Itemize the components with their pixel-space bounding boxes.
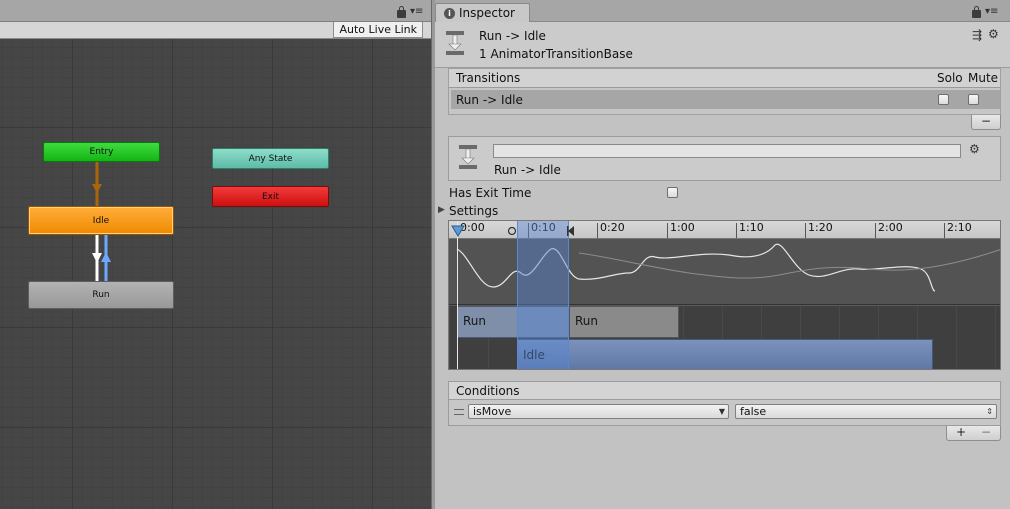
- inspector-tab-bar: i Inspector ▾≡: [435, 0, 1010, 22]
- transition-duration-region[interactable]: [517, 221, 569, 369]
- condition-parameter-value: isMove: [473, 405, 512, 418]
- state-run[interactable]: Run: [28, 281, 174, 309]
- exit-time-marker-icon[interactable]: [507, 226, 517, 236]
- has-exit-time-checkbox[interactable]: [667, 187, 678, 198]
- mute-checkbox[interactable]: [968, 94, 979, 105]
- transitions-header-label: Transitions: [456, 71, 521, 85]
- transition-arrows: [92, 162, 111, 281]
- menu-icon[interactable]: ▾≡: [985, 7, 998, 17]
- conditions-list-header: Conditions: [448, 381, 1001, 400]
- preset-icon[interactable]: ⇶: [972, 28, 982, 42]
- transitions-list: Run -> Idle: [448, 88, 1001, 115]
- condition-buttons: + −: [946, 426, 1001, 441]
- tick-label: 0:20: [597, 221, 625, 238]
- conditions-list: isMove ▼ false ⇕: [448, 400, 1001, 426]
- remove-transition-button[interactable]: −: [971, 115, 1001, 130]
- state-exit-label: Exit: [261, 191, 280, 202]
- gear-icon[interactable]: ⚙: [988, 27, 999, 41]
- transition-timeline[interactable]: 0:00 0:10 0:20 1:00 1:10 1:20 2:00 2:10 …: [448, 220, 1001, 370]
- transition-icon: [446, 31, 464, 55]
- transitions-list-header: Transitions Solo Mute: [448, 68, 1001, 88]
- tick-label: 2:10: [944, 221, 972, 238]
- state-idle[interactable]: Idle: [28, 206, 174, 235]
- clip-idle-destination[interactable]: Idle: [517, 339, 933, 369]
- list-item[interactable]: isMove ▼ false ⇕: [449, 400, 1000, 425]
- info-icon: i: [444, 7, 455, 19]
- drag-handle-icon[interactable]: [454, 409, 464, 415]
- state-entry-label: Entry: [89, 147, 114, 157]
- transition-title: Run -> Idle: [494, 163, 561, 177]
- condition-value-dropdown[interactable]: false ⇕: [735, 404, 997, 419]
- tick-label: 1:10: [736, 221, 764, 238]
- tab-inspector[interactable]: i Inspector: [435, 3, 530, 22]
- tab-inspector-label: Inspector: [459, 6, 515, 20]
- tick-label: 2:00: [875, 221, 903, 238]
- animator-window: ▾≡ Auto Live Link Entry Idle Run Any Sta…: [0, 0, 431, 509]
- state-exit[interactable]: Exit: [212, 186, 329, 207]
- playhead-marker-icon[interactable]: [451, 224, 465, 238]
- transition-row-label: Run -> Idle: [456, 93, 523, 107]
- playhead[interactable]: [457, 221, 458, 369]
- gear-icon[interactable]: ⚙: [969, 142, 980, 156]
- remove-condition-button[interactable]: −: [981, 426, 991, 438]
- state-entry[interactable]: Entry: [43, 142, 160, 162]
- state-run-label: Run: [92, 290, 110, 300]
- transition-end-marker-icon[interactable]: [566, 225, 576, 237]
- conditions-header-label: Conditions: [456, 384, 520, 398]
- inspector-window: i Inspector ▾≡ Run -> Idle 1 AnimatorTra…: [435, 0, 1010, 509]
- inspector-subtitle: 1 AnimatorTransitionBase: [479, 47, 633, 61]
- chevron-down-icon: ▼: [718, 407, 725, 416]
- state-idle-label: Idle: [92, 215, 110, 226]
- up-down-arrows-icon: ⇕: [986, 407, 993, 416]
- idle-to-run-transition[interactable]: [92, 235, 102, 281]
- state-any-state-label: Any State: [248, 153, 293, 164]
- tick-label: 1:00: [667, 221, 695, 238]
- entry-to-idle-transition[interactable]: [92, 162, 102, 206]
- mute-column-label: Mute: [968, 71, 999, 85]
- solo-checkbox[interactable]: [938, 94, 949, 105]
- inspector-header: Run -> Idle 1 AnimatorTransitionBase ⇶ ⚙: [435, 22, 1010, 68]
- state-any-state[interactable]: Any State: [212, 148, 329, 169]
- tick-label: 1:20: [805, 221, 833, 238]
- inspector-title: Run -> Idle: [479, 29, 546, 43]
- transition-icon: [459, 145, 477, 169]
- condition-parameter-dropdown[interactable]: isMove ▼: [468, 404, 729, 419]
- list-item[interactable]: Run -> Idle: [451, 90, 1000, 109]
- transition-name-field[interactable]: [493, 144, 961, 158]
- foldout-arrow-icon[interactable]: ▶: [438, 205, 445, 215]
- has-exit-time-label: Has Exit Time: [449, 186, 532, 200]
- solo-column-label: Solo: [937, 71, 963, 85]
- lock-icon[interactable]: [972, 6, 981, 18]
- run-to-idle-transition[interactable]: [101, 235, 111, 281]
- clip-run-source-loop[interactable]: Run: [569, 306, 679, 338]
- settings-foldout-label[interactable]: Settings: [449, 204, 498, 218]
- add-condition-button[interactable]: +: [956, 426, 966, 438]
- transition-header: Run -> Idle ⚙: [448, 136, 1001, 181]
- condition-value: false: [740, 405, 767, 418]
